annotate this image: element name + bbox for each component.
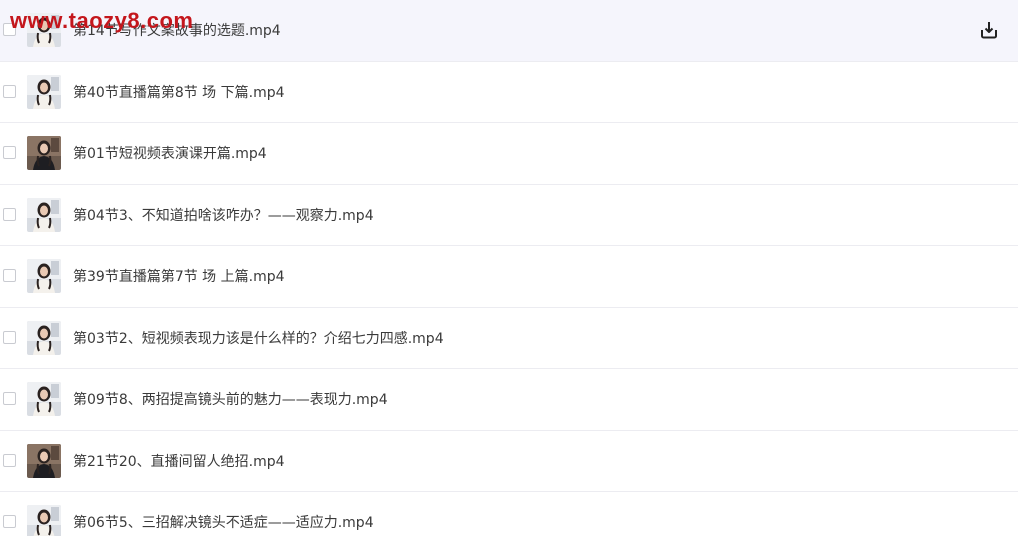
row-checkbox[interactable] [3,330,16,344]
video-thumbnail [27,197,61,232]
file-row[interactable]: 第04节3、不知道拍啥该咋办？——观察力.mp4 [0,185,1018,246]
video-thumbnail [27,136,61,171]
file-name[interactable]: 第03节2、短视频表现力该是什么样的？介绍七力四感.mp4 [73,328,444,348]
row-checkbox[interactable] [3,84,16,98]
row-checkbox[interactable] [3,23,16,37]
video-thumbnail [27,382,61,417]
file-row[interactable]: 第09节8、两招提高镜头前的魅力——表现力.mp4 [0,369,1018,431]
file-name[interactable]: 第40节直播篇第8节 场 下篇.mp4 [73,82,285,102]
download-icon[interactable] [978,19,1000,41]
video-thumbnail [27,443,61,478]
file-row[interactable]: 第21节20、直播间留人绝招.mp4 [0,431,1018,492]
file-row[interactable]: 第39节直播篇第7节 场 上篇.mp4 [0,246,1018,308]
file-name[interactable]: 第04节3、不知道拍啥该咋办？——观察力.mp4 [73,205,374,225]
video-thumbnail [27,320,61,355]
file-name[interactable]: 第01节短视频表演课开篇.mp4 [73,143,267,163]
video-thumbnail [27,505,61,536]
row-checkbox[interactable] [3,146,16,160]
row-checkbox[interactable] [3,269,16,283]
file-name[interactable]: 第09节8、两招提高镜头前的魅力——表现力.mp4 [73,389,388,409]
file-name[interactable]: 第39节直播篇第7节 场 上篇.mp4 [73,266,285,286]
row-checkbox[interactable] [3,207,16,221]
video-thumbnail [27,74,61,109]
file-name[interactable]: 第06节5、三招解决镜头不适症——适应力.mp4 [73,512,374,532]
video-thumbnail [27,259,61,294]
file-row[interactable]: 第03节2、短视频表现力该是什么样的？介绍七力四感.mp4 [0,308,1018,369]
row-checkbox[interactable] [3,515,16,529]
file-row[interactable]: 第01节短视频表演课开篇.mp4 [0,123,1018,185]
row-checkbox[interactable] [3,453,16,467]
file-list: 第14节写作文案故事的选题.mp4 第40节直播篇第8节 场 下篇.mp4 第0… [0,0,1018,536]
row-checkbox[interactable] [3,392,16,406]
file-name[interactable]: 第14节写作文案故事的选题.mp4 [73,20,281,40]
file-name[interactable]: 第21节20、直播间留人绝招.mp4 [73,451,285,471]
file-row[interactable]: 第06节5、三招解决镜头不适症——适应力.mp4 [0,492,1018,536]
video-thumbnail [27,13,61,48]
file-row[interactable]: 第14节写作文案故事的选题.mp4 [0,0,1018,62]
file-row[interactable]: 第40节直播篇第8节 场 下篇.mp4 [0,62,1018,123]
